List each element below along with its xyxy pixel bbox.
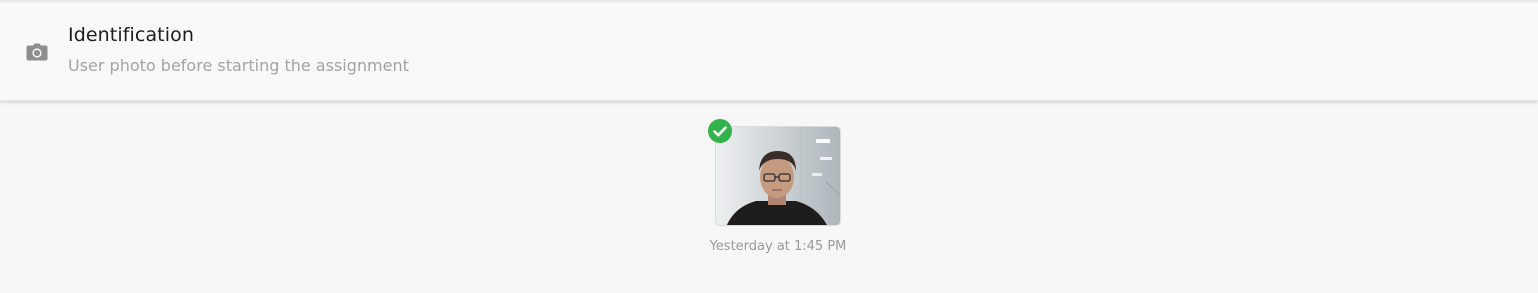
camera-icon — [26, 43, 48, 61]
photo-timestamp: Yesterday at 1:45 PM — [709, 239, 847, 254]
identification-photo-thumbnail[interactable] — [715, 126, 841, 226]
user-photo-image — [716, 127, 840, 225]
check-circle-icon — [708, 119, 732, 143]
identification-header: Identification User photo before startin… — [0, 3, 1538, 101]
section-subtitle: User photo before starting the assignmen… — [68, 56, 409, 75]
section-title: Identification — [68, 24, 194, 46]
